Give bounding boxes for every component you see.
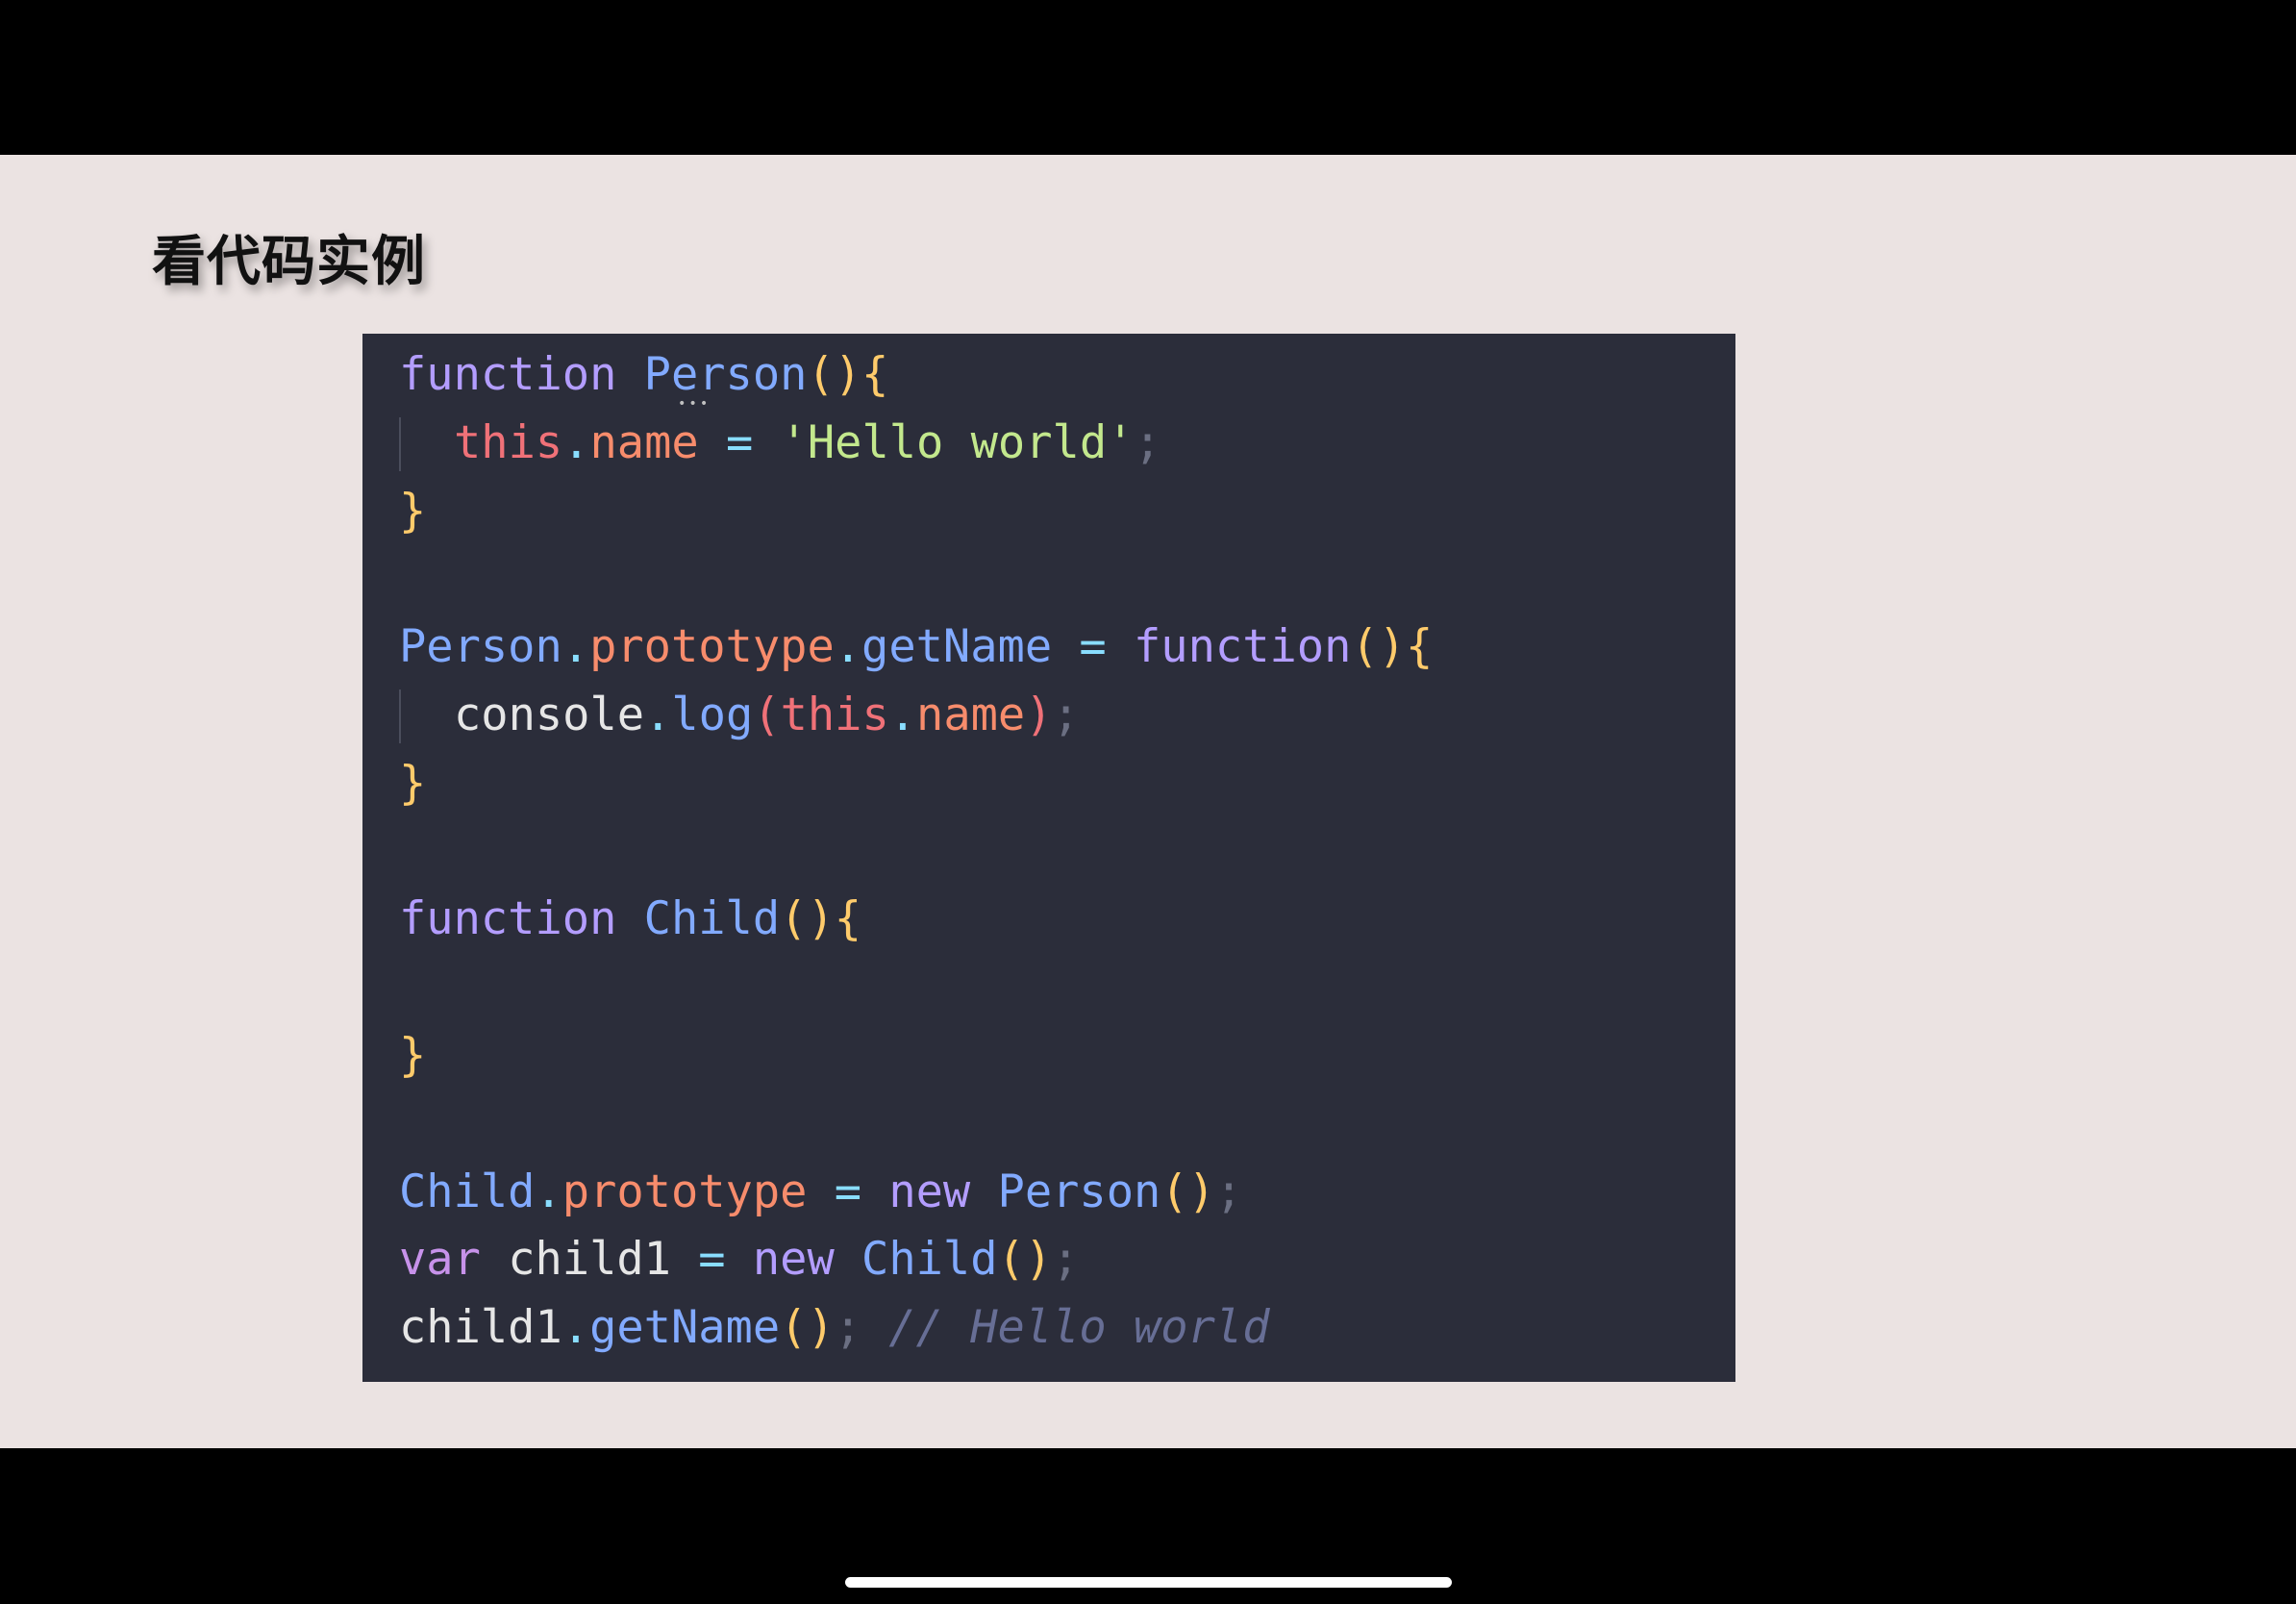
token-dot: . (644, 688, 672, 741)
token-semicolon: ; (834, 1301, 862, 1355)
code-line-14: var child1 = new Child(); (399, 1226, 1735, 1294)
token-parens: () (1160, 1165, 1215, 1218)
top-black-bar (0, 0, 2296, 155)
token-parens: () (1351, 620, 1406, 674)
token-comment: // Hello world (888, 1301, 1270, 1355)
code-line-3: } (399, 478, 1735, 546)
token-object: console (454, 688, 645, 741)
token-property: prototype (589, 620, 835, 674)
token-paren-close: ) (1025, 688, 1053, 741)
token-this: this (454, 415, 563, 469)
code-line-6: console.log(this.name); (399, 682, 1735, 750)
token-identifier: child1 (508, 1233, 671, 1287)
token-brace: } (399, 484, 427, 538)
token-semicolon: ; (1214, 1165, 1243, 1218)
token-brace: { (861, 348, 889, 401)
token-operator: = (670, 1233, 753, 1287)
code-line-11: } (399, 1022, 1735, 1090)
code-line-5: Person.prototype.getName = function(){ (399, 614, 1735, 682)
code-line-15: child1.getName(); // Hello world (399, 1294, 1735, 1363)
token-dot: . (535, 1165, 562, 1218)
code-line-2: this.name = 'Hello world'; (399, 410, 1735, 478)
token-function-name: Person (643, 348, 808, 401)
token-keyword: function (399, 348, 617, 401)
token-this: this (780, 688, 889, 741)
token-operator: = (807, 1165, 889, 1218)
token-dot: . (888, 688, 917, 741)
code-line-9: function Child(){ (399, 886, 1735, 954)
token-parens: () (997, 1233, 1053, 1287)
token-keyword: new (752, 1233, 835, 1287)
token-dot: . (562, 415, 590, 469)
token-semicolon: ; (1052, 688, 1080, 741)
token-brace: { (834, 892, 862, 946)
token-keyword: var (399, 1233, 481, 1287)
token-class: Person (399, 620, 562, 674)
token-operator: = (1052, 620, 1135, 674)
indent-guide (399, 689, 401, 743)
code-line-13: Child.prototype = new Person(); (399, 1159, 1735, 1227)
token-semicolon: ; (1134, 415, 1161, 469)
token-keyword: function (399, 892, 617, 946)
token-dot: . (834, 620, 862, 674)
token-method: getName (861, 620, 1053, 674)
slide: 看代码实例 function Person(){••• this.name = … (0, 155, 2296, 1448)
token-brace: } (399, 756, 427, 810)
token-brace: } (399, 1028, 427, 1082)
token-operator: = (698, 415, 781, 469)
code-line-1: function Person(){ ••• (399, 341, 1735, 412)
hint-dots-icon: ••• (678, 396, 711, 412)
token-class-name: Person (997, 1165, 1161, 1218)
token-keyword: function (1134, 620, 1352, 674)
token-dot: . (562, 620, 590, 674)
token-brace: { (1405, 620, 1434, 674)
token-class: Child (399, 1165, 536, 1218)
token-identifier: child1 (399, 1301, 562, 1355)
code-block: function Person(){••• this.name = 'Hello… (362, 334, 1735, 1382)
indent-guide (399, 416, 401, 471)
token-class-name: Child (861, 1233, 998, 1287)
code-line-7: } (399, 750, 1735, 818)
token-dot: . (562, 1301, 590, 1355)
token-property: prototype (562, 1165, 808, 1218)
token-semicolon: ; (1052, 1233, 1080, 1287)
token-parens: () (780, 892, 835, 946)
token-method: getName (589, 1301, 781, 1355)
token-function-name: Child (643, 892, 781, 946)
token-method: log (671, 688, 754, 741)
token-parens: () (807, 348, 862, 401)
token-property: name (916, 688, 1026, 741)
token-keyword: new (888, 1165, 971, 1218)
home-indicator[interactable] (845, 1577, 1452, 1588)
slide-title: 看代码实例 (152, 231, 426, 293)
token-string: 'Hello world' (780, 415, 1135, 469)
token-property: name (589, 415, 699, 469)
token-paren-open: ( (753, 688, 781, 741)
token-parens: () (780, 1301, 835, 1355)
